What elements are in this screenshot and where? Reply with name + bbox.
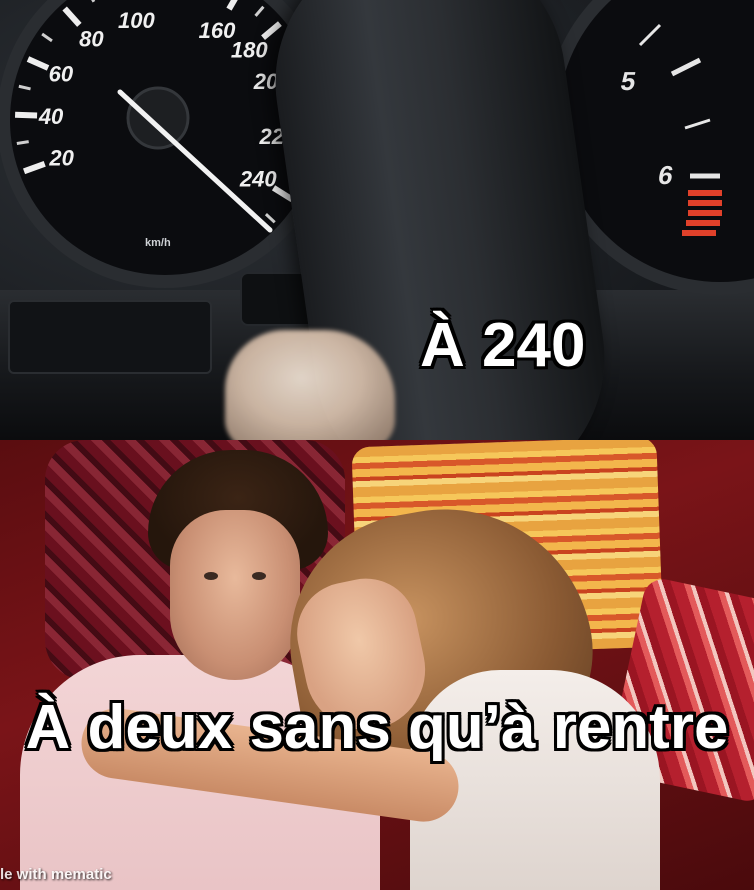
minor-tick xyxy=(16,140,29,145)
speed-label-20: 20 xyxy=(48,146,74,171)
man-face xyxy=(170,510,300,680)
meme-image: 20 40 60 80 100 160 180 200 220 240 km/h 5 6 À 24… xyxy=(0,0,754,890)
speed-label-40: 40 xyxy=(38,104,64,129)
gauge-unit-label: km/h xyxy=(145,237,171,249)
speed-label-180: 180 xyxy=(231,37,268,62)
watermark: le with mematic xyxy=(0,866,112,883)
speed-label-60: 60 xyxy=(49,62,74,87)
thumb xyxy=(225,330,395,440)
couple-panel xyxy=(0,440,754,890)
speed-label-100: 100 xyxy=(118,8,155,33)
major-tick xyxy=(14,111,38,119)
gauge-hub xyxy=(126,86,190,150)
top-caption: À 240 xyxy=(420,311,586,380)
speed-label-240: 240 xyxy=(239,166,277,191)
speed-label-80: 80 xyxy=(79,26,104,51)
speedometer-panel: 20 40 60 80 100 160 180 200 220 240 km/h 5 6 À 24… xyxy=(0,0,754,440)
bottom-caption: À deux sans qu’à rentre xyxy=(25,693,729,762)
